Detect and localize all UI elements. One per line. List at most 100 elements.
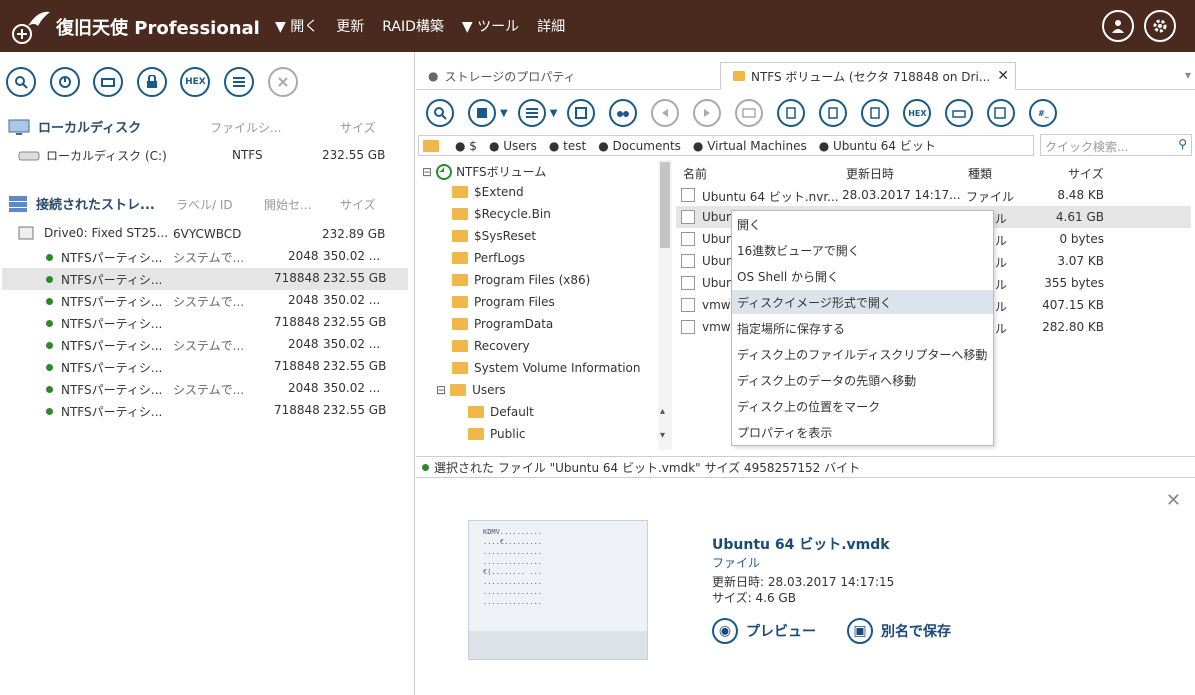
find-button[interactable]	[609, 99, 638, 127]
partition-row[interactable]: NTFSパーティシ... システムで... 2048 350.02 ...	[2, 290, 408, 312]
list-button[interactable]	[223, 67, 254, 97]
tree-item[interactable]: $Extend	[452, 185, 524, 199]
tab-dropdown-icon[interactable]: ▾	[1185, 68, 1191, 82]
user-icon	[1112, 20, 1124, 33]
folder-icon	[423, 139, 439, 152]
breadcrumb-item[interactable]: ● Documents	[598, 139, 681, 153]
partition-row[interactable]: NTFSパーティシ... 718848 232.55 GB	[2, 268, 408, 290]
search-icon[interactable]: ⚲	[1178, 137, 1187, 151]
tree-item[interactable]: System Volume Information	[452, 361, 640, 375]
search-button[interactable]	[426, 99, 454, 127]
col-type[interactable]: 種類	[968, 165, 992, 182]
save-as-button[interactable]: ▣ 別名で保存	[847, 618, 951, 644]
next-button[interactable]	[693, 99, 722, 127]
create-image-button[interactable]	[93, 67, 124, 97]
partition-row[interactable]: NTFSパーティシ... システムで... 2048 350.02 ...	[2, 378, 408, 400]
scroll-down-icon[interactable]: ▾	[660, 430, 665, 441]
collapse-icon[interactable]: ⊟	[422, 165, 432, 179]
lock-button[interactable]	[136, 67, 167, 97]
disabled-action-button[interactable]	[735, 99, 764, 127]
tree-scrollbar[interactable]: ▴ ▾	[658, 160, 672, 450]
breadcrumb-item[interactable]: ● Ubuntu 64 ビット	[819, 137, 936, 154]
ctx-save-to[interactable]: 指定場所に保存する	[732, 316, 993, 340]
settings-button[interactable]	[1144, 10, 1176, 42]
col-size[interactable]: サイズ	[1068, 165, 1104, 182]
checklist-icon	[525, 108, 538, 118]
export-icon	[994, 107, 1007, 119]
ctx-goto-descriptor[interactable]: ディスク上のファイルディスクリプターへ移動	[732, 342, 993, 366]
tree-item[interactable]: PerfLogs	[452, 251, 525, 265]
partition-row[interactable]: NTFSパーティシ... システムで... 2048 350.02 ...	[2, 246, 408, 268]
prev-button[interactable]	[651, 99, 680, 127]
menu-raid[interactable]: RAID構築	[382, 16, 444, 36]
scan-button[interactable]	[49, 67, 80, 97]
breadcrumb-item[interactable]: ● Virtual Machines	[693, 139, 807, 153]
tree-item[interactable]: Recovery	[452, 339, 530, 353]
collapse-icon[interactable]: ⊟	[436, 383, 446, 397]
close-button[interactable]	[267, 67, 298, 97]
hex-button[interactable]: HEX	[180, 67, 211, 97]
preview-button[interactable]: ◉ プレビュー	[712, 618, 816, 644]
partition-row[interactable]: NTFSパーティシ... 718848 232.55 GB	[2, 312, 408, 334]
quick-search-input[interactable]: クイック検索... ⚲	[1040, 134, 1192, 156]
hex-button[interactable]: HEX	[903, 99, 932, 127]
col-size: サイズ	[340, 121, 376, 135]
tree-root[interactable]: ⊟ NTFSボリューム	[422, 163, 546, 180]
search-button[interactable]	[6, 67, 36, 97]
close-tab-icon[interactable]: ✕	[997, 68, 1009, 84]
export-button[interactable]	[987, 99, 1016, 127]
status-dot-icon	[46, 364, 53, 371]
ctx-mark-position[interactable]: ディスク上の位置をマーク	[732, 394, 993, 418]
checklist-button[interactable]	[517, 99, 546, 127]
save-button[interactable]	[468, 99, 496, 127]
ctx-os-shell[interactable]: OS Shell から開く	[732, 264, 993, 288]
save-dropdown-icon[interactable]: ▼	[500, 108, 508, 119]
close-preview-icon[interactable]: ✕	[1166, 490, 1181, 511]
tree-item[interactable]: Program Files	[452, 295, 555, 309]
status-bar: 選択された ファイル "Ubuntu 64 ビット.vmdk" サイズ 4958…	[416, 456, 1195, 478]
partition-row[interactable]: NTFSパーティシ... 718848 232.55 GB	[2, 356, 408, 378]
col-name[interactable]: 名前	[683, 165, 707, 182]
local-disk-row[interactable]: ローカルディスク (C:)	[18, 147, 167, 164]
col-modified[interactable]: 更新日時	[846, 165, 894, 182]
ctx-goto-data-start[interactable]: ディスク上のデータの先頭へ移動	[732, 368, 993, 392]
tree-item[interactable]: $Recycle.Bin	[452, 207, 551, 221]
file-scan-button[interactable]	[819, 99, 848, 127]
tree-item-users[interactable]: ⊟ Users	[436, 383, 506, 397]
drive0-row[interactable]: Drive0: Fixed ST25...	[18, 226, 168, 240]
file-open-button[interactable]	[861, 99, 890, 127]
file-row[interactable]: Ubuntu 64 ビット.nvr... 28.03.2017 14:17... フ…	[676, 184, 1191, 206]
folder-icon	[452, 340, 468, 352]
menu-refresh[interactable]: 更新	[336, 16, 364, 36]
ctx-open[interactable]: 開く	[732, 212, 993, 236]
ctx-properties[interactable]: プロパティを表示	[732, 420, 993, 444]
tree-item[interactable]: ProgramData	[452, 317, 553, 331]
partition-row[interactable]: NTFSパーティシ... システムで... 2048 350.02 ...	[2, 334, 408, 356]
tab-ntfs-volume[interactable]: NTFS ボリューム (セクタ 718848 on Dri... ✕	[720, 62, 1016, 90]
ctx-hex-viewer[interactable]: 16進数ビューアで開く	[732, 238, 993, 262]
grid-button[interactable]	[567, 99, 596, 127]
menu-tools[interactable]: ▼ ツール	[462, 16, 519, 36]
breadcrumb-item[interactable]: ● $	[455, 139, 477, 153]
hash-button[interactable]: #_	[1029, 99, 1058, 127]
tab-storage-properties[interactable]: ● ストレージのプロパティ	[416, 62, 720, 90]
scrollbar-thumb[interactable]	[660, 162, 670, 248]
user-button[interactable]	[1102, 10, 1134, 42]
tree-item[interactable]: Program Files (x86)	[452, 273, 590, 287]
menu-open[interactable]: ▼ 開く	[275, 16, 318, 36]
file-action-button[interactable]	[777, 99, 806, 127]
checklist-dropdown-icon[interactable]: ▼	[550, 108, 558, 119]
scroll-up-icon[interactable]: ▴	[660, 406, 665, 417]
file-icon	[681, 210, 695, 224]
menu-details[interactable]: 詳細	[537, 16, 565, 36]
printer-icon	[952, 110, 967, 118]
drive0-size: 232.89 GB	[322, 227, 386, 241]
breadcrumb-item[interactable]: ● Users	[489, 139, 537, 153]
partition-row[interactable]: NTFSパーティシ... 718848 232.55 GB	[2, 400, 408, 422]
tree-subitem[interactable]: Public	[468, 427, 526, 441]
tree-item[interactable]: $SysReset	[452, 229, 536, 243]
print-button[interactable]	[945, 99, 974, 127]
ctx-open-disk-image[interactable]: ディスクイメージ形式で開く	[732, 290, 993, 314]
tree-subitem[interactable]: Default	[468, 405, 534, 419]
breadcrumb-item[interactable]: ● test	[549, 139, 586, 153]
